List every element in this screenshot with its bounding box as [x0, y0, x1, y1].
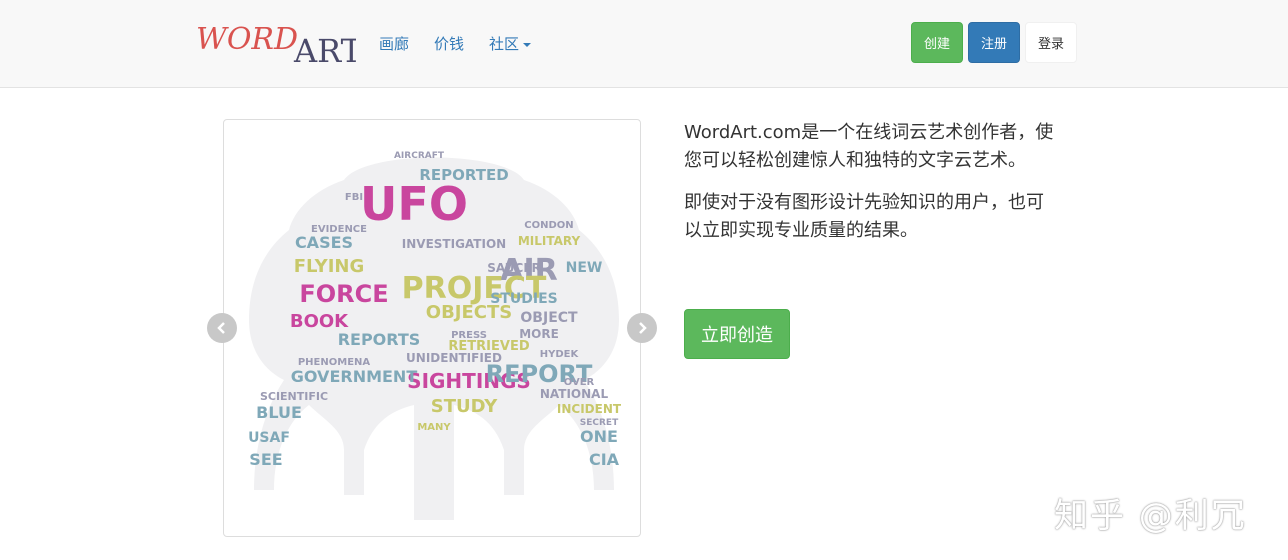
- chevron-left-icon: [217, 322, 225, 334]
- cloud-word: STUDIES: [490, 291, 557, 307]
- cloud-word: OVER: [564, 377, 595, 388]
- cloud-word: UFO: [360, 177, 468, 231]
- ufo-wordcloud-image: UFOAIRPROJECTFORCEFLYINGCASESREPORTEDINV…: [248, 151, 622, 520]
- chevron-right-icon: [639, 322, 647, 334]
- cloud-word: EVIDENCE: [311, 224, 367, 235]
- cloud-word: MANY: [417, 422, 451, 433]
- cloud-word: HYDEK: [540, 349, 580, 360]
- nav-pricing-link[interactable]: 价钱: [434, 33, 464, 54]
- cloud-word: CASES: [295, 233, 353, 252]
- login-button[interactable]: 登录: [1025, 22, 1077, 63]
- intro-paragraph-1: WordArt.com是一个在线词云艺术创作者，使您可以轻松创建惊人和独特的文字…: [684, 122, 1054, 171]
- cloud-word: FBI: [345, 192, 363, 203]
- cloud-word: UNIDENTIFIED: [406, 351, 502, 365]
- cloud-word: USAF: [248, 430, 290, 446]
- cloud-word: BOOK: [290, 311, 349, 332]
- cloud-word: STUDY: [431, 396, 498, 417]
- cloud-word: SECRET: [580, 418, 619, 428]
- carousel-prev-button[interactable]: [207, 313, 237, 343]
- logo-word-text: WORD: [196, 22, 298, 57]
- intro-text: WordArt.com是一个在线词云艺术创作者，使您可以轻松创建惊人和独特的文字…: [684, 119, 1054, 259]
- cloud-word: FORCE: [299, 280, 388, 308]
- nav-gallery-link[interactable]: 画廊: [379, 33, 409, 54]
- cloud-word: REPORTED: [419, 166, 508, 184]
- cloud-word: OBJECT: [520, 310, 578, 326]
- zhihu-watermark: 知乎 @利冗: [1054, 496, 1247, 536]
- cloud-word: SCIENTIFIC: [260, 390, 328, 403]
- cloud-word: REPORTS: [338, 330, 421, 349]
- cloud-word: FLYING: [294, 256, 365, 277]
- cloud-word: PHENOMENA: [298, 357, 371, 368]
- create-button[interactable]: 创建: [911, 22, 963, 63]
- cloud-word: BLUE: [256, 403, 302, 422]
- register-button[interactable]: 注册: [968, 22, 1020, 63]
- cloud-word: NATIONAL: [540, 387, 609, 401]
- cloud-word: PRESS: [451, 330, 487, 341]
- cloud-word: GOVERNMENT: [291, 367, 418, 386]
- cloud-word: INVESTIGATION: [402, 237, 506, 251]
- cloud-word: MILITARY: [518, 234, 581, 248]
- intro-paragraph-2: 即使对于没有图形设计先验知识的用户，也可以立即实现专业质量的结果。: [684, 192, 1044, 241]
- cloud-word: CONDON: [524, 220, 573, 231]
- logo-art-text: ART: [293, 32, 356, 68]
- cloud-word: SAUCER: [487, 261, 541, 275]
- cloud-word: MORE: [519, 327, 559, 341]
- chevron-down-icon: [523, 42, 532, 47]
- top-navbar: WORD ART 画廊 价钱 社区 创建 注册 登录: [0, 0, 1288, 88]
- cloud-word: SEE: [249, 450, 282, 469]
- cloud-word: INCIDENT: [557, 402, 622, 416]
- start-creating-button[interactable]: 立即创造: [684, 309, 790, 359]
- wordart-logo[interactable]: WORD ART: [196, 18, 356, 68]
- cloud-word: NEW: [566, 260, 603, 276]
- nav-community-dropdown[interactable]: 社区: [489, 33, 532, 54]
- carousel-next-button[interactable]: [627, 313, 657, 343]
- cloud-word: AIRCRAFT: [394, 151, 445, 161]
- cloud-word: CIA: [589, 450, 620, 469]
- nav-community-label: 社区: [489, 35, 520, 53]
- cloud-word: ONE: [580, 427, 618, 446]
- wordcloud-carousel[interactable]: UFO AIR PROJECT FORCE FLYING CASES REPORTED INV…: [223, 119, 641, 537]
